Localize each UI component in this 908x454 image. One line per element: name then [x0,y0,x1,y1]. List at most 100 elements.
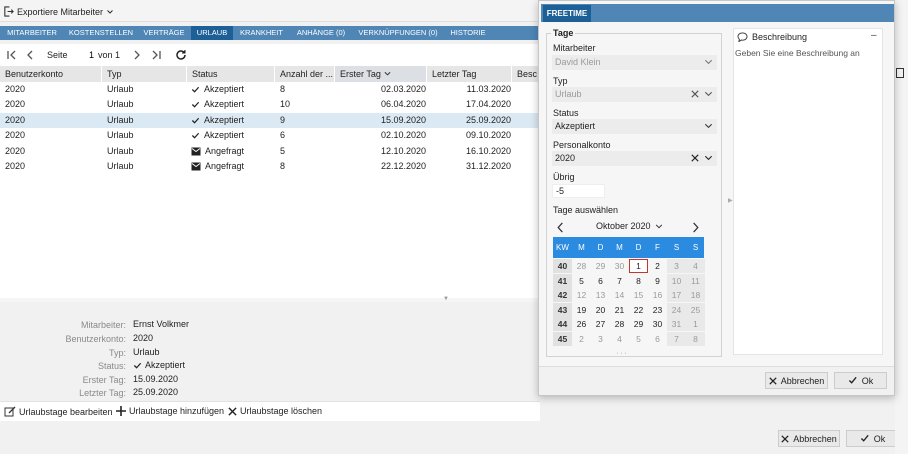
column-header-beschreibung[interactable]: Besc [512,66,540,82]
cancel-button[interactable]: Abbrechen [778,430,840,447]
export-employee-button[interactable]: Exportiere Mitarbeiter [3,5,114,18]
calendar-day[interactable]: 20 [591,303,610,317]
calendar-day[interactable]: 30 [610,259,629,273]
minimize-icon[interactable]: – [871,30,877,41]
calendar-day[interactable]: 22 [629,303,648,317]
calendar-day[interactable]: 6 [591,274,610,288]
tab-freetime[interactable]: FREETIME [543,5,591,22]
calendar-day[interactable]: 13 [591,288,610,302]
delete-vacation-button[interactable]: Urlaubstage löschen [228,406,322,416]
calendar-day[interactable]: 21 [610,303,629,317]
column-header-letzter-tag[interactable]: Letzter Tag [427,66,512,82]
calendar-day[interactable]: 18 [686,288,705,303]
calendar-day[interactable]: 23 [648,303,667,317]
calendar-day[interactable]: 1 [629,259,648,273]
previous-page-icon[interactable] [24,49,36,61]
column-header-benutzerkonto[interactable]: Benutzerkonto [0,66,102,82]
next-month-icon[interactable] [691,222,700,233]
refresh-icon[interactable] [175,49,187,61]
table-row[interactable]: 2020 Urlaub Akzeptiert 8 02.03.2020 11.03.202… [0,82,540,97]
tab-verknuepfungen[interactable]: VERKNÜPFUNGEN (0) [352,26,444,40]
calendar-day[interactable]: 31 [667,317,686,332]
previous-month-icon[interactable] [556,222,565,233]
tab-anhaenge[interactable]: ANHÄNGE (0) [290,26,352,40]
column-header-status[interactable]: Status [187,66,275,82]
tab-krankheit[interactable]: KRANKHEIT [233,26,290,40]
cancel-label: Abbrechen [793,433,837,444]
panel-toggle-icon[interactable] [896,68,904,78]
tab-kostenstellen[interactable]: KOSTENSTELLEN [64,26,138,40]
calendar-day[interactable]: 4 [686,259,705,273]
add-vacation-button[interactable]: Urlaubstage hinzufügen [116,406,224,416]
table-row[interactable]: 2020 Urlaub Akzeptiert 6 02.10.2020 09.10.202… [0,128,540,143]
type-select[interactable]: Urlaub [552,87,717,102]
table-row[interactable]: 2020 Urlaub Akzeptiert 10 06.04.2020 17.04.20… [0,97,540,112]
calendar-day[interactable]: 10 [667,273,686,288]
calendar-day[interactable]: 27 [591,317,610,331]
table-row[interactable]: 2020 Urlaub Angefragt 5 12.10.2020 16.10.2020 [0,144,540,159]
calendar-day[interactable]: 28 [610,317,629,331]
cell-erster-tag: 12.10.2020 [380,145,426,156]
calendar-day[interactable]: 1 [686,317,705,332]
description-textarea[interactable]: Geben Sie eine Beschreibung an [735,48,860,58]
calendar-day[interactable]: 8 [629,274,648,288]
calendar-day[interactable]: 5 [572,274,591,288]
column-header-anzahl[interactable]: Anzahl der ... [275,66,335,82]
last-page-icon[interactable] [150,49,162,61]
calendar-day[interactable]: 12 [572,288,591,302]
calendar-day[interactable]: 3 [591,332,610,346]
calendar-day[interactable]: 11 [686,273,705,288]
action-bar: Urlaubstage bearbeiten Urlaubstage hinzu… [0,401,540,421]
calendar-day[interactable]: 19 [572,303,591,317]
tab-urlaub[interactable]: URLAUB [191,26,233,40]
table-row[interactable]: 2020 Urlaub Akzeptiert 9 15.09.2020 25.09.202… [0,112,540,128]
calendar-day[interactable]: 7 [610,274,629,288]
employee-select[interactable]: David Klein [552,55,717,70]
first-page-icon[interactable] [6,49,18,61]
dialog-cancel-button[interactable]: Abbrechen [765,372,828,389]
calendar-day[interactable]: 5 [629,332,648,346]
calendar-day[interactable]: 15 [629,288,648,302]
table-row[interactable]: 2020 Urlaub Angefragt 8 22.12.2020 31.12.2020 [0,159,540,174]
account-select[interactable]: 2020 [552,151,717,166]
clear-icon[interactable] [691,154,699,162]
cell-anzahl: 9 [280,114,286,125]
clear-icon[interactable] [691,90,699,98]
calendar-day[interactable]: 29 [591,259,610,273]
calendar-day[interactable]: 17 [667,288,686,303]
remaining-days-input[interactable]: -5 [552,184,605,198]
calendar-navigation: Oktober 2020 [552,220,716,234]
tab-mitarbeiter[interactable]: MITARBEITER [0,26,64,40]
dialog-splitter-icon[interactable]: ▶ [728,197,733,204]
column-header-typ[interactable]: Typ [102,66,187,82]
calendar-day[interactable]: 3 [667,259,686,273]
tab-vertraege[interactable]: VERTRÄGE [138,26,190,40]
calendar-day[interactable]: 2 [648,259,667,273]
tage-section-title: Tage [551,28,576,38]
month-selector[interactable]: Oktober 2020 [596,221,663,231]
calendar-day[interactable]: 7 [667,332,686,346]
next-page-icon[interactable] [131,49,143,61]
ok-button[interactable]: Ok [846,430,899,447]
calendar-day[interactable]: 28 [572,259,591,273]
calendar-day[interactable]: 30 [648,317,667,331]
calendar-day[interactable]: 8 [686,332,705,346]
calendar-day[interactable]: 4 [610,332,629,346]
calendar-day[interactable]: 2 [572,332,591,346]
tab-historie[interactable]: HISTORIE [444,26,492,40]
calendar-day[interactable]: 14 [610,288,629,302]
cell-anzahl: 10 [280,99,291,110]
calendar-day[interactable]: 29 [629,317,648,331]
column-header-erster-tag[interactable]: Erster Tag [335,66,427,82]
calendar-day[interactable]: 26 [572,317,591,331]
calendar-day[interactable]: 16 [648,288,667,302]
calendar-day[interactable]: 25 [686,302,705,317]
edit-vacation-button[interactable]: Urlaubstage bearbeiten [4,406,113,417]
dialog-ok-button[interactable]: Ok [834,372,887,389]
page-number-input[interactable] [70,47,96,62]
status-select[interactable]: Akzeptiert [552,119,717,134]
calendar-day[interactable]: 24 [667,302,686,317]
calendar-day[interactable]: 9 [648,274,667,288]
cell-status: Akzeptiert [191,128,273,143]
calendar-day[interactable]: 6 [648,332,667,346]
